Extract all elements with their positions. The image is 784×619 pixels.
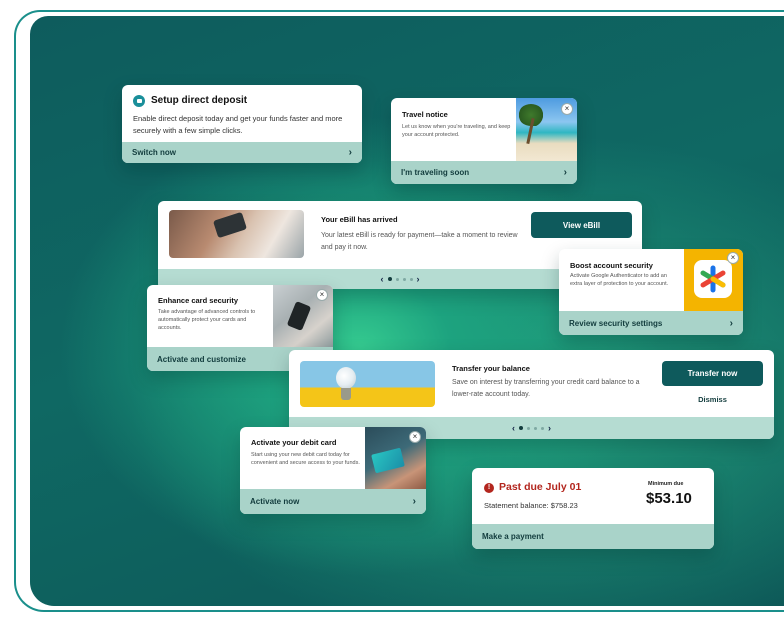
pager-dot[interactable] xyxy=(395,277,399,281)
activate-customize-label: Activate and customize xyxy=(157,354,246,364)
traveling-soon-button[interactable]: I'm traveling soon › xyxy=(391,161,577,184)
debit-close-icon[interactable]: × xyxy=(409,431,421,443)
travel-close-icon[interactable]: × xyxy=(561,103,573,115)
lightbulb-image xyxy=(300,361,435,407)
travel-notice-description: Let us know when you're traveling, and k… xyxy=(402,124,511,138)
pager-dot[interactable] xyxy=(409,277,413,281)
security-close-icon[interactable]: × xyxy=(727,252,739,264)
minimum-due-amount: $53.10 xyxy=(646,490,692,507)
past-due-card: ! Past due July 01 Statement balance: $7… xyxy=(472,468,714,549)
ebill-description: Your latest eBill is ready for payment—t… xyxy=(321,232,518,251)
chevron-right-icon: › xyxy=(412,496,416,507)
ebill-photo xyxy=(169,210,304,258)
debit-title: Activate your debit card xyxy=(251,438,337,447)
chevron-right-icon[interactable]: › xyxy=(417,274,420,284)
view-ebill-button[interactable]: View eBill xyxy=(531,212,632,238)
account-security-description: Activate Google Authenticator to add an … xyxy=(570,273,669,287)
direct-deposit-card: Setup direct deposit Enable direct depos… xyxy=(122,85,362,163)
transfer-description: Save on interest by transferring your cr… xyxy=(452,379,640,398)
transfer-balance-card: Transfer your balance Save on interest b… xyxy=(289,350,774,439)
card-security-close-icon[interactable]: × xyxy=(316,289,328,301)
pager-dot[interactable] xyxy=(519,426,523,430)
card-security-description: Take advantage of advanced controls to a… xyxy=(158,309,256,331)
travel-notice-card: Travel notice Let us know when you're tr… xyxy=(391,98,577,184)
chevron-right-icon: › xyxy=(348,147,352,158)
direct-deposit-title: Setup direct deposit xyxy=(151,95,248,106)
transfer-now-button[interactable]: Transfer now xyxy=(662,361,763,386)
chevron-left-icon[interactable]: ‹ xyxy=(512,423,515,433)
pager-dot[interactable] xyxy=(541,426,544,430)
past-due-title: Past due July 01 xyxy=(499,481,582,493)
traveling-soon-label: I'm traveling soon xyxy=(401,168,470,177)
deposit-icon xyxy=(133,95,145,107)
dismiss-button[interactable]: Dismiss xyxy=(662,395,763,404)
minimum-due-label: Minimum due xyxy=(648,481,684,487)
alert-icon: ! xyxy=(484,483,494,493)
direct-deposit-description: Enable direct deposit today and get your… xyxy=(133,114,343,135)
chevron-right-icon: › xyxy=(729,317,733,329)
statement-balance: Statement balance: $758.23 xyxy=(484,501,578,510)
chevron-right-icon: › xyxy=(563,167,567,178)
pager-dot[interactable] xyxy=(402,277,406,281)
debit-description: Start using your new debit card today fo… xyxy=(251,452,360,466)
activate-now-button[interactable]: Activate now › xyxy=(240,489,426,514)
make-payment-button[interactable]: Make a payment xyxy=(472,524,714,549)
make-payment-label: Make a payment xyxy=(482,532,544,541)
switch-now-button[interactable]: Switch now › xyxy=(122,142,362,163)
pager-dot[interactable] xyxy=(387,277,392,281)
chevron-left-icon[interactable]: ‹ xyxy=(381,274,384,284)
authenticator-icon xyxy=(700,265,726,293)
chevron-right-icon[interactable]: › xyxy=(548,423,551,433)
card-security-title: Enhance card security xyxy=(158,296,239,305)
review-security-button[interactable]: Review security settings › xyxy=(559,311,743,335)
ebill-title: Your eBill has arrived xyxy=(321,215,398,224)
pager-dot[interactable] xyxy=(534,426,537,430)
pager-dot[interactable] xyxy=(527,426,530,430)
transfer-title: Transfer your balance xyxy=(452,364,530,373)
switch-now-label: Switch now xyxy=(132,148,176,157)
review-security-label: Review security settings xyxy=(569,318,663,328)
account-security-title: Boost account security xyxy=(570,261,653,270)
travel-notice-title: Travel notice xyxy=(402,110,448,119)
debit-card-card: Activate your debit card Start using you… xyxy=(240,427,426,514)
activate-now-label: Activate now xyxy=(250,497,300,506)
account-security-card: Boost account security Activate Google A… xyxy=(559,249,743,335)
